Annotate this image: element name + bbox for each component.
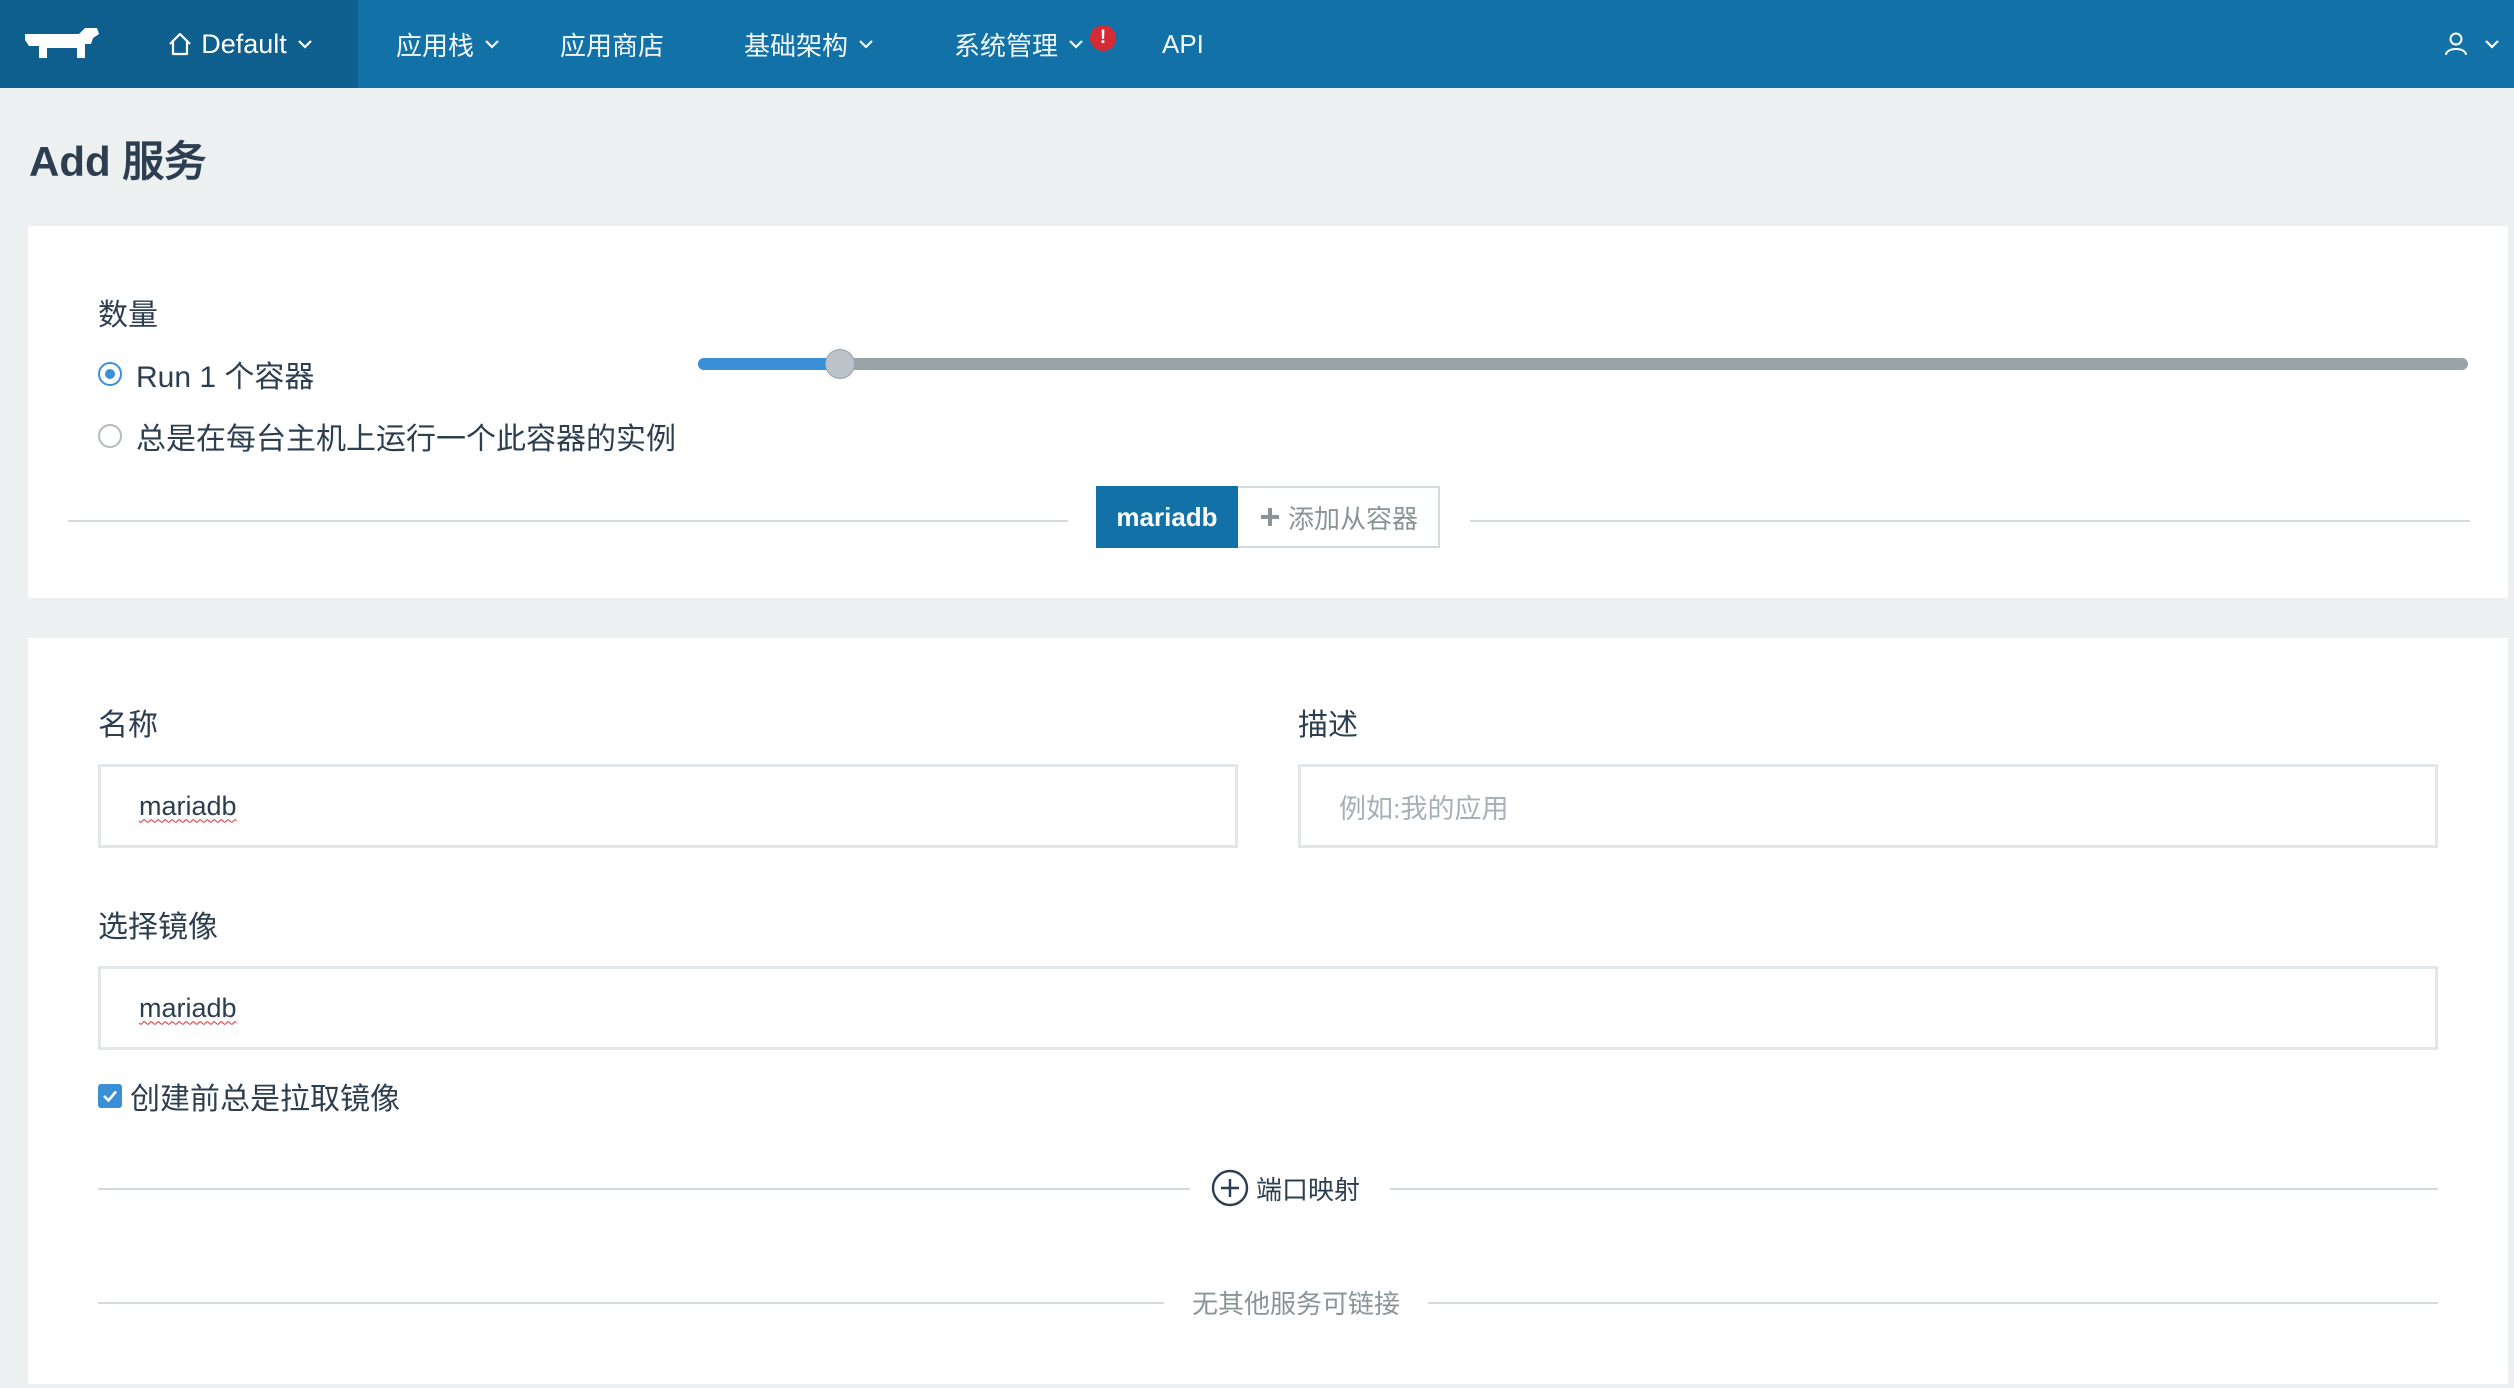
radio-global[interactable]: 总是在每台主机上运行一个此容器的实例 xyxy=(98,414,676,458)
name-input[interactable]: mariadb xyxy=(98,764,1238,848)
check-icon xyxy=(103,1090,117,1103)
description-placeholder: 例如:我的应用 xyxy=(1339,793,1509,824)
slider-thumb[interactable] xyxy=(824,349,855,379)
home-icon xyxy=(169,32,191,56)
nav-infrastructure-label: 基础架构 xyxy=(744,30,849,61)
nav-catalog[interactable]: 应用商店 xyxy=(560,0,664,88)
divider-line xyxy=(1470,520,2470,522)
user-menu[interactable] xyxy=(2444,0,2514,88)
add-sidekick-label: 添加从容器 xyxy=(1287,503,1418,534)
chevron-down-icon xyxy=(485,40,499,49)
port-map-button[interactable]: 端口映射 xyxy=(1190,1168,1391,1208)
divider-line xyxy=(68,520,1068,522)
nav-catalog-label: 应用商店 xyxy=(560,30,665,61)
scale-label: 数量 xyxy=(98,299,158,332)
nav-stacks-label: 应用栈 xyxy=(396,30,475,61)
pull-image-label: 创建前总是拉取镜像 xyxy=(130,1083,400,1116)
container-tabs: mariadb 添加从容器 xyxy=(1096,486,1440,548)
nav-admin-label: 系统管理 xyxy=(954,30,1059,61)
port-map-label: 端口映射 xyxy=(1256,1174,1361,1205)
user-icon xyxy=(2445,32,2467,56)
chevron-down-icon xyxy=(859,40,873,49)
nav-stacks[interactable]: 应用栈 xyxy=(396,0,502,88)
plus-circle-icon xyxy=(1211,1169,1249,1207)
no-links-text: 无其他服务可链接 xyxy=(1164,1284,1429,1321)
radio-button[interactable] xyxy=(98,362,122,386)
description-label: 描述 xyxy=(1298,709,1358,742)
service-form-card: 名称 mariadb 描述 例如:我的应用 选择镜像 mariadb 创建前总是… xyxy=(28,638,2508,1384)
radio-button[interactable] xyxy=(98,424,122,448)
environment-label: Default xyxy=(201,28,287,59)
chevron-down-icon xyxy=(298,40,312,49)
nav-api-label: API xyxy=(1162,28,1204,59)
image-label: 选择镜像 xyxy=(98,911,218,944)
nav-api[interactable]: API xyxy=(1162,0,1204,88)
radio-run-count-label: Run 1 个容器 xyxy=(136,361,315,394)
chevron-down-icon xyxy=(2485,40,2499,49)
environment-switcher[interactable]: Default xyxy=(124,0,358,88)
radio-run-count[interactable]: Run 1 个容器 xyxy=(98,352,314,396)
slider-fill xyxy=(698,358,840,370)
nav-admin[interactable]: 系统管理 ! xyxy=(954,0,1117,88)
image-input[interactable]: mariadb xyxy=(98,966,2438,1050)
add-sidekick-button[interactable]: 添加从容器 xyxy=(1238,486,1440,548)
image-input-value: mariadb xyxy=(139,992,237,1023)
alert-badge: ! xyxy=(1090,25,1117,51)
pull-image-checkbox[interactable]: 创建前总是拉取镜像 xyxy=(98,1074,400,1118)
checkbox[interactable] xyxy=(98,1084,122,1108)
top-nav: Default 应用栈 应用商店 基础架构 系统管理 ! API xyxy=(0,0,2514,88)
name-label: 名称 xyxy=(98,709,158,742)
rancher-logo-icon xyxy=(25,28,99,58)
page-title: Add 服务 xyxy=(29,138,207,185)
plus-icon xyxy=(1260,508,1279,526)
rancher-logo[interactable] xyxy=(0,0,124,88)
no-links-label: 无其他服务可链接 xyxy=(1192,1289,1401,1319)
radio-global-label: 总是在每台主机上运行一个此容器的实例 xyxy=(136,423,676,456)
scale-card: 数量 Run 1 个容器 总是在每台主机上运行一个此容器的实例 mariadb … xyxy=(28,226,2508,598)
chevron-down-icon xyxy=(1069,40,1083,49)
name-input-value: mariadb xyxy=(139,790,237,821)
description-input[interactable]: 例如:我的应用 xyxy=(1298,764,2438,848)
nav-infrastructure[interactable]: 基础架构 xyxy=(744,0,876,88)
slider-track[interactable] xyxy=(698,358,2468,370)
tab-container-mariadb[interactable]: mariadb xyxy=(1096,486,1238,548)
scale-slider[interactable] xyxy=(698,349,2468,379)
